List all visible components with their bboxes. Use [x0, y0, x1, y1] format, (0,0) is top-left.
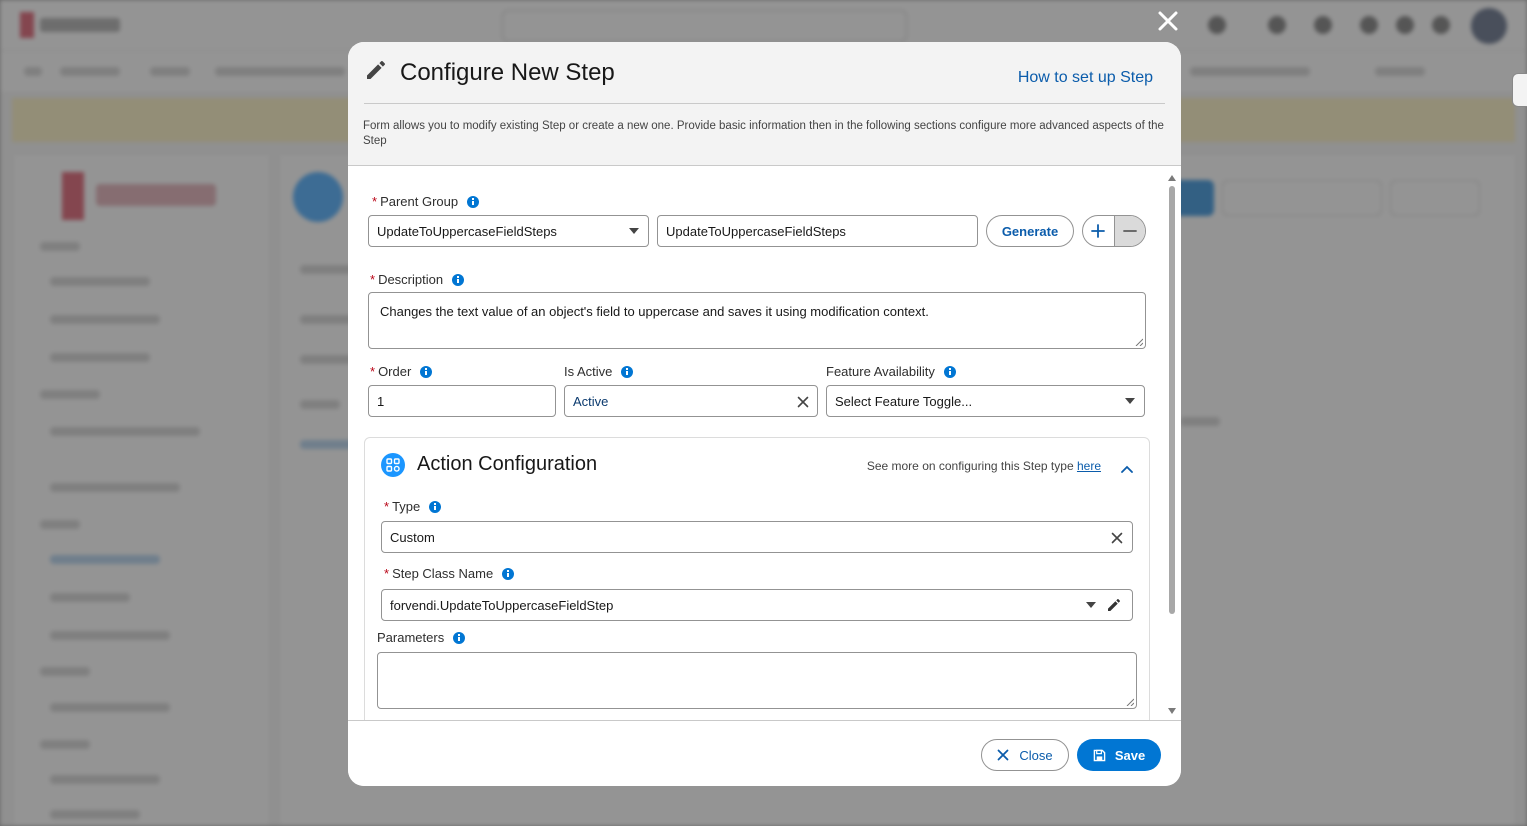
- remove-button[interactable]: [1113, 216, 1145, 246]
- info-icon[interactable]: [420, 365, 433, 378]
- add-remove-button-group: [1082, 215, 1146, 247]
- parameters-label: Parameters: [377, 630, 466, 645]
- plus-icon: [1091, 224, 1106, 238]
- scrollbar-thumb[interactable]: [1169, 186, 1175, 614]
- dialog-title: Configure New Step: [400, 59, 615, 86]
- pencil-icon: [364, 58, 388, 82]
- clear-icon[interactable]: [1111, 532, 1123, 544]
- side-panel-tab[interactable]: [1512, 73, 1527, 107]
- chevron-down-icon[interactable]: [1086, 602, 1096, 608]
- step-class-name-combobox[interactable]: forvendi.UpdateToUppercaseFieldStep: [381, 589, 1133, 621]
- parent-group-name-input[interactable]: UpdateToUppercaseFieldSteps: [657, 215, 978, 247]
- dialog-body[interactable]: * Parent Group UpdateToUppercaseFieldSte…: [348, 167, 1181, 720]
- chevron-up-icon[interactable]: [1121, 460, 1133, 473]
- parent-group-select[interactable]: UpdateToUppercaseFieldSteps: [368, 215, 649, 247]
- parent-group-label: * Parent Group: [372, 194, 480, 209]
- configure-step-dialog: Configure New Step How to set up Step Fo…: [348, 42, 1181, 786]
- save-button[interactable]: Save: [1077, 739, 1161, 771]
- add-button[interactable]: [1083, 216, 1114, 246]
- description-label: * Description: [370, 272, 465, 287]
- resize-handle-icon[interactable]: [1126, 698, 1134, 706]
- chevron-down-icon: [629, 228, 639, 234]
- pencil-icon[interactable]: [1106, 597, 1122, 613]
- feature-availability-select[interactable]: Select Feature Toggle...: [826, 385, 1145, 417]
- dialog-footer: Close Save: [348, 720, 1181, 786]
- generate-button[interactable]: Generate: [986, 215, 1074, 247]
- dialog-scrollbar[interactable]: [1165, 170, 1179, 718]
- type-label: * Type: [384, 499, 442, 514]
- info-icon[interactable]: [621, 365, 634, 378]
- type-combobox[interactable]: Custom: [381, 521, 1133, 553]
- chevron-down-icon: [1125, 398, 1135, 404]
- order-input[interactable]: 1: [368, 385, 556, 417]
- header-divider: [364, 103, 1165, 104]
- close-icon: [997, 749, 1009, 761]
- action-configuration-section: Action Configuration See more on configu…: [364, 437, 1150, 720]
- order-label: * Order: [370, 364, 433, 379]
- is-active-combobox[interactable]: Active: [564, 385, 818, 417]
- action-configuration-title: Action Configuration: [417, 453, 598, 475]
- see-more-text: See more on configuring this Step type h…: [866, 459, 1101, 473]
- save-icon: [1093, 749, 1106, 761]
- info-icon[interactable]: [429, 500, 442, 513]
- dialog-description: Form allows you to modify existing Step …: [363, 120, 1164, 147]
- scroll-up-arrow-icon[interactable]: [1168, 175, 1176, 181]
- info-icon[interactable]: [453, 631, 466, 644]
- info-icon[interactable]: [467, 195, 480, 208]
- description-textarea[interactable]: Changes the text value of an object's fi…: [368, 292, 1146, 349]
- here-link[interactable]: here: [1077, 459, 1101, 473]
- feature-availability-label: Feature Availability: [826, 364, 956, 379]
- parameters-textarea[interactable]: [377, 652, 1137, 709]
- info-icon[interactable]: [452, 273, 465, 286]
- resize-handle-icon[interactable]: [1135, 338, 1143, 346]
- clear-icon[interactable]: [797, 396, 809, 408]
- close-icon[interactable]: [1156, 9, 1180, 33]
- info-icon[interactable]: [502, 567, 515, 580]
- is-active-label: Is Active: [564, 364, 634, 379]
- info-icon[interactable]: [943, 365, 956, 378]
- how-to-set-up-step-link[interactable]: How to set up Step: [1018, 69, 1153, 87]
- close-button[interactable]: Close: [981, 739, 1069, 771]
- action-configuration-icon: [381, 453, 405, 477]
- dialog-header: Configure New Step How to set up Step Fo…: [348, 42, 1181, 166]
- step-class-name-label: * Step Class Name: [384, 566, 515, 581]
- minus-icon: [1123, 230, 1137, 232]
- scroll-down-arrow-icon[interactable]: [1168, 708, 1176, 714]
